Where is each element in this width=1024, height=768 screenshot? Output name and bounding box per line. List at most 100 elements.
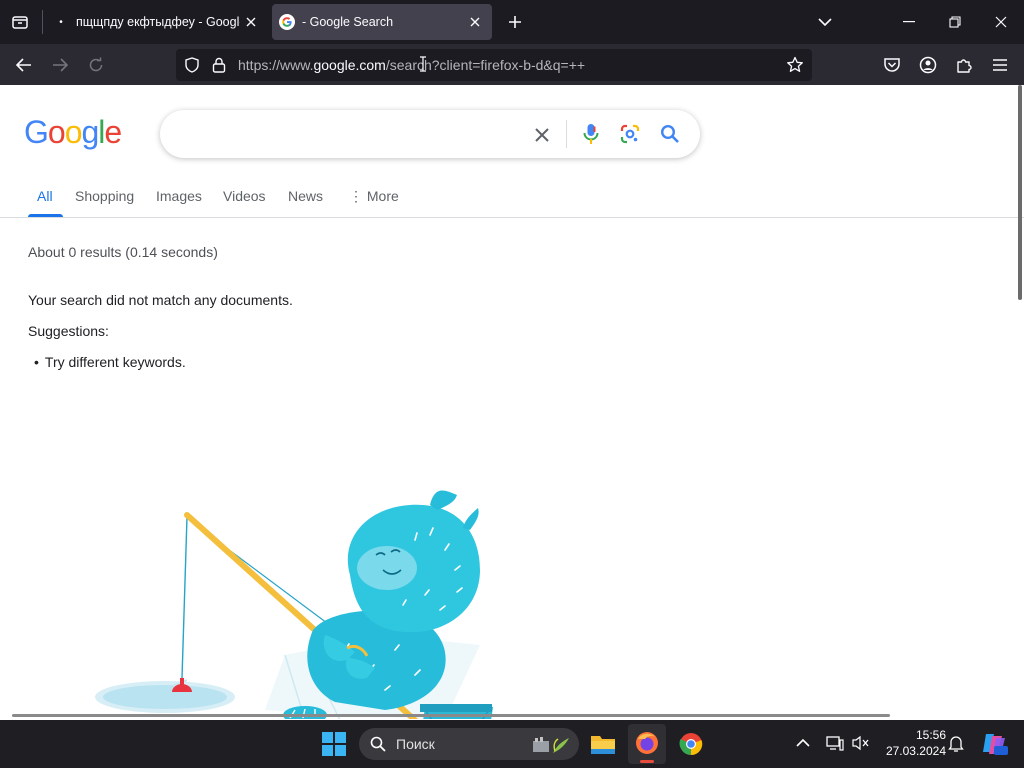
arrow-right-icon [53, 57, 68, 72]
menu-button[interactable] [984, 44, 1016, 85]
url-text[interactable]: https://www.google.com/search?client=fir… [238, 57, 585, 73]
tab-manager-icon [12, 16, 28, 29]
list-all-tabs-button[interactable] [0, 0, 40, 44]
copilot-button[interactable] [980, 730, 1008, 758]
suggestions-label: Suggestions: [28, 323, 109, 339]
close-icon [470, 17, 480, 27]
start-button[interactable] [322, 732, 346, 756]
taskbar-search-placeholder: Поиск [396, 736, 435, 752]
search-icon [660, 124, 679, 143]
firefox-icon [636, 732, 658, 754]
account-button[interactable] [912, 44, 944, 85]
reload-icon [89, 57, 103, 71]
search-submit-button[interactable] [660, 124, 680, 144]
voice-search-button[interactable] [583, 123, 599, 145]
active-app-indicator [640, 760, 654, 763]
lens-search-button[interactable] [620, 124, 640, 144]
search-box-divider [566, 120, 567, 148]
lock-icon[interactable] [212, 57, 226, 73]
tab-more[interactable]: ⋮ More [349, 188, 399, 205]
puzzle-icon [957, 58, 972, 73]
close-icon [995, 16, 1007, 28]
suggestion-item: • Try different keywords. [34, 354, 186, 370]
url-prefix: https://www. [238, 57, 314, 73]
navigation-toolbar: https://www.google.com/search?client=fir… [0, 44, 1024, 85]
close-icon [246, 17, 256, 27]
minimize-icon [903, 21, 915, 23]
taskbar-search-box[interactable]: Поиск [359, 728, 579, 760]
close-icon [535, 128, 549, 142]
fishing-monster-illustration [95, 490, 493, 719]
tab-all[interactable]: All [37, 188, 53, 204]
result-stats: About 0 results (0.14 seconds) [28, 244, 218, 260]
clear-search-button[interactable] [534, 127, 550, 143]
windows-logo-icon [322, 732, 346, 756]
chevron-up-icon [796, 738, 810, 747]
tab-videos[interactable]: Videos [223, 188, 266, 204]
clock-time: 15:56 [915, 728, 946, 742]
volume-muted-icon[interactable] [852, 735, 870, 751]
tab-inactive[interactable]: • пщщпду екфтыдфеу - Google [46, 4, 268, 40]
bookmark-star-icon[interactable] [786, 56, 804, 74]
text-cursor-icon [419, 56, 427, 72]
new-tab-button[interactable] [500, 0, 530, 44]
search-input[interactable] [182, 122, 522, 146]
hamburger-menu-icon [993, 58, 1007, 71]
tab-unread-dot-icon: • [59, 16, 63, 28]
list-tabs-dropdown-button[interactable] [810, 0, 840, 44]
search-box[interactable] [160, 110, 700, 158]
horizontal-scrollbar[interactable] [12, 714, 890, 717]
tab-news[interactable]: News [288, 188, 323, 204]
bullet: • [34, 354, 39, 370]
url-suffix: /search?client=firefox-b-d&q=++ [385, 57, 586, 73]
forward-button[interactable] [44, 44, 76, 85]
taskbar: Поиск 15:56 27.03.2024 [0, 720, 1024, 768]
no-match-message: Your search did not match any documents. [28, 292, 293, 308]
google-lens-icon [620, 124, 640, 144]
tab-more-label: More [366, 188, 399, 204]
close-window-button[interactable] [978, 0, 1024, 44]
tab-active[interactable]: - Google Search [272, 4, 492, 40]
restore-window-button[interactable] [932, 0, 978, 44]
bell-icon [948, 736, 964, 752]
plus-icon [509, 16, 521, 28]
extensions-button[interactable] [948, 44, 980, 85]
tabs-divider [0, 217, 1024, 218]
chrome-taskbar-button[interactable] [679, 732, 703, 756]
back-button[interactable] [8, 44, 40, 85]
vertical-scrollbar[interactable] [1018, 85, 1022, 300]
search-icon [370, 736, 386, 752]
show-hidden-icons-button[interactable] [796, 738, 810, 748]
notifications-button[interactable] [948, 735, 964, 753]
account-icon [919, 56, 937, 73]
tab-title: пщщпду екфтыдфеу - Google [76, 15, 240, 29]
network-icon[interactable] [826, 735, 844, 751]
tab-title: - Google Search [302, 15, 394, 29]
tracking-protection-shield-icon[interactable] [184, 57, 200, 73]
copilot-icon [983, 734, 1008, 755]
tab-strip: • пщщпду екфтыдфеу - Google - Google Sea… [0, 0, 1024, 44]
url-domain: google.com [313, 57, 386, 73]
close-tab-button[interactable] [464, 11, 486, 33]
pocket-button[interactable] [876, 44, 908, 85]
address-bar[interactable]: https://www.google.com/search?client=fir… [176, 49, 812, 81]
clock[interactable]: 15:56 27.03.2024 [878, 727, 946, 759]
restore-icon [949, 16, 961, 28]
search-highlight-icon [531, 735, 571, 755]
tab-images[interactable]: Images [156, 188, 202, 204]
tab-divider [42, 10, 43, 34]
chevron-down-icon [818, 18, 832, 27]
google-favicon-icon [272, 14, 302, 30]
firefox-taskbar-button[interactable] [628, 724, 666, 764]
tab-shopping[interactable]: Shopping [75, 188, 134, 204]
file-explorer-button[interactable] [590, 732, 616, 756]
close-tab-button[interactable] [240, 11, 262, 33]
suggestion-text: Try different keywords. [44, 354, 186, 370]
microphone-icon [583, 124, 599, 144]
reload-button[interactable] [80, 44, 112, 85]
folder-icon [591, 736, 615, 754]
clock-date: 27.03.2024 [885, 744, 946, 758]
pocket-icon [884, 57, 900, 72]
minimize-window-button[interactable] [886, 0, 932, 44]
google-logo[interactable]: Google [24, 114, 122, 151]
